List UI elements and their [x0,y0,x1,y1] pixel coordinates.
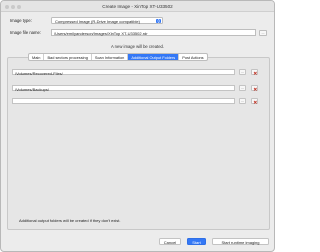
delete-x-icon [253,71,258,75]
output-folder-field[interactable]: /Volumes/Backups/ [12,85,235,92]
start-button[interactable]: Start [187,238,206,245]
tab-post-actions[interactable]: Post Actions [179,54,206,60]
cancel-button[interactable]: Cancel [159,238,181,245]
output-folder-path: /Volumes/Backups/ [15,86,50,92]
image-file-name-value: /Users/emilyanderson/Images/XinTop XT-U3… [54,30,148,36]
start-runtime-imaging-button[interactable]: Start runtime imaging [212,238,269,245]
remove-output-folder-button[interactable] [251,98,258,104]
create-image-dialog: Create Image - XinTop XT-U33502 Image ty… [0,0,275,252]
remove-output-folder-button[interactable] [251,85,258,91]
title-bar: Create Image - XinTop XT-U33502 [1,1,274,12]
image-type-label: Image type: [10,18,32,23]
browse-output-folder-button[interactable]: ... [239,69,246,75]
chevron-updown-icon [156,18,161,24]
image-file-name-field[interactable]: /Users/emilyanderson/Images/XinTop XT-U3… [51,29,256,36]
output-folders-note: Additional output folders will be create… [19,218,121,223]
output-folder-field[interactable]: /Volumes/Recovered-Files/ [12,69,235,76]
tab-bar: Main Bad sectors processing Scan Informa… [28,53,208,61]
window-title: Create Image - XinTop XT-U33502 [102,3,173,9]
image-type-value: Compressed Image (R-Drive Image compatib… [55,18,140,24]
delete-x-icon [253,87,258,91]
image-file-name-label: Image file name: [10,30,41,35]
tab-panel [7,57,270,230]
browse-output-folder-button[interactable]: ... [239,98,246,104]
tab-additional-output-folders[interactable]: Additional Output Folders [128,54,180,60]
tab-main[interactable]: Main [29,54,45,60]
tab-scan-information[interactable]: Scan Information [92,54,129,60]
tab-bad-sectors-processing[interactable]: Bad sectors processing [44,54,92,60]
browse-image-file-button[interactable]: ... [259,29,267,36]
image-type-select[interactable]: Compressed Image (R-Drive Image compatib… [51,17,163,24]
remove-output-folder-button[interactable] [251,69,258,75]
browse-output-folder-button[interactable]: ... [239,85,246,91]
output-folder-path: /Volumes/Recovered-Files/ [15,70,63,76]
output-folder-field[interactable] [12,98,235,104]
info-text: A new image will be created. [110,44,165,49]
delete-x-icon [253,100,258,104]
